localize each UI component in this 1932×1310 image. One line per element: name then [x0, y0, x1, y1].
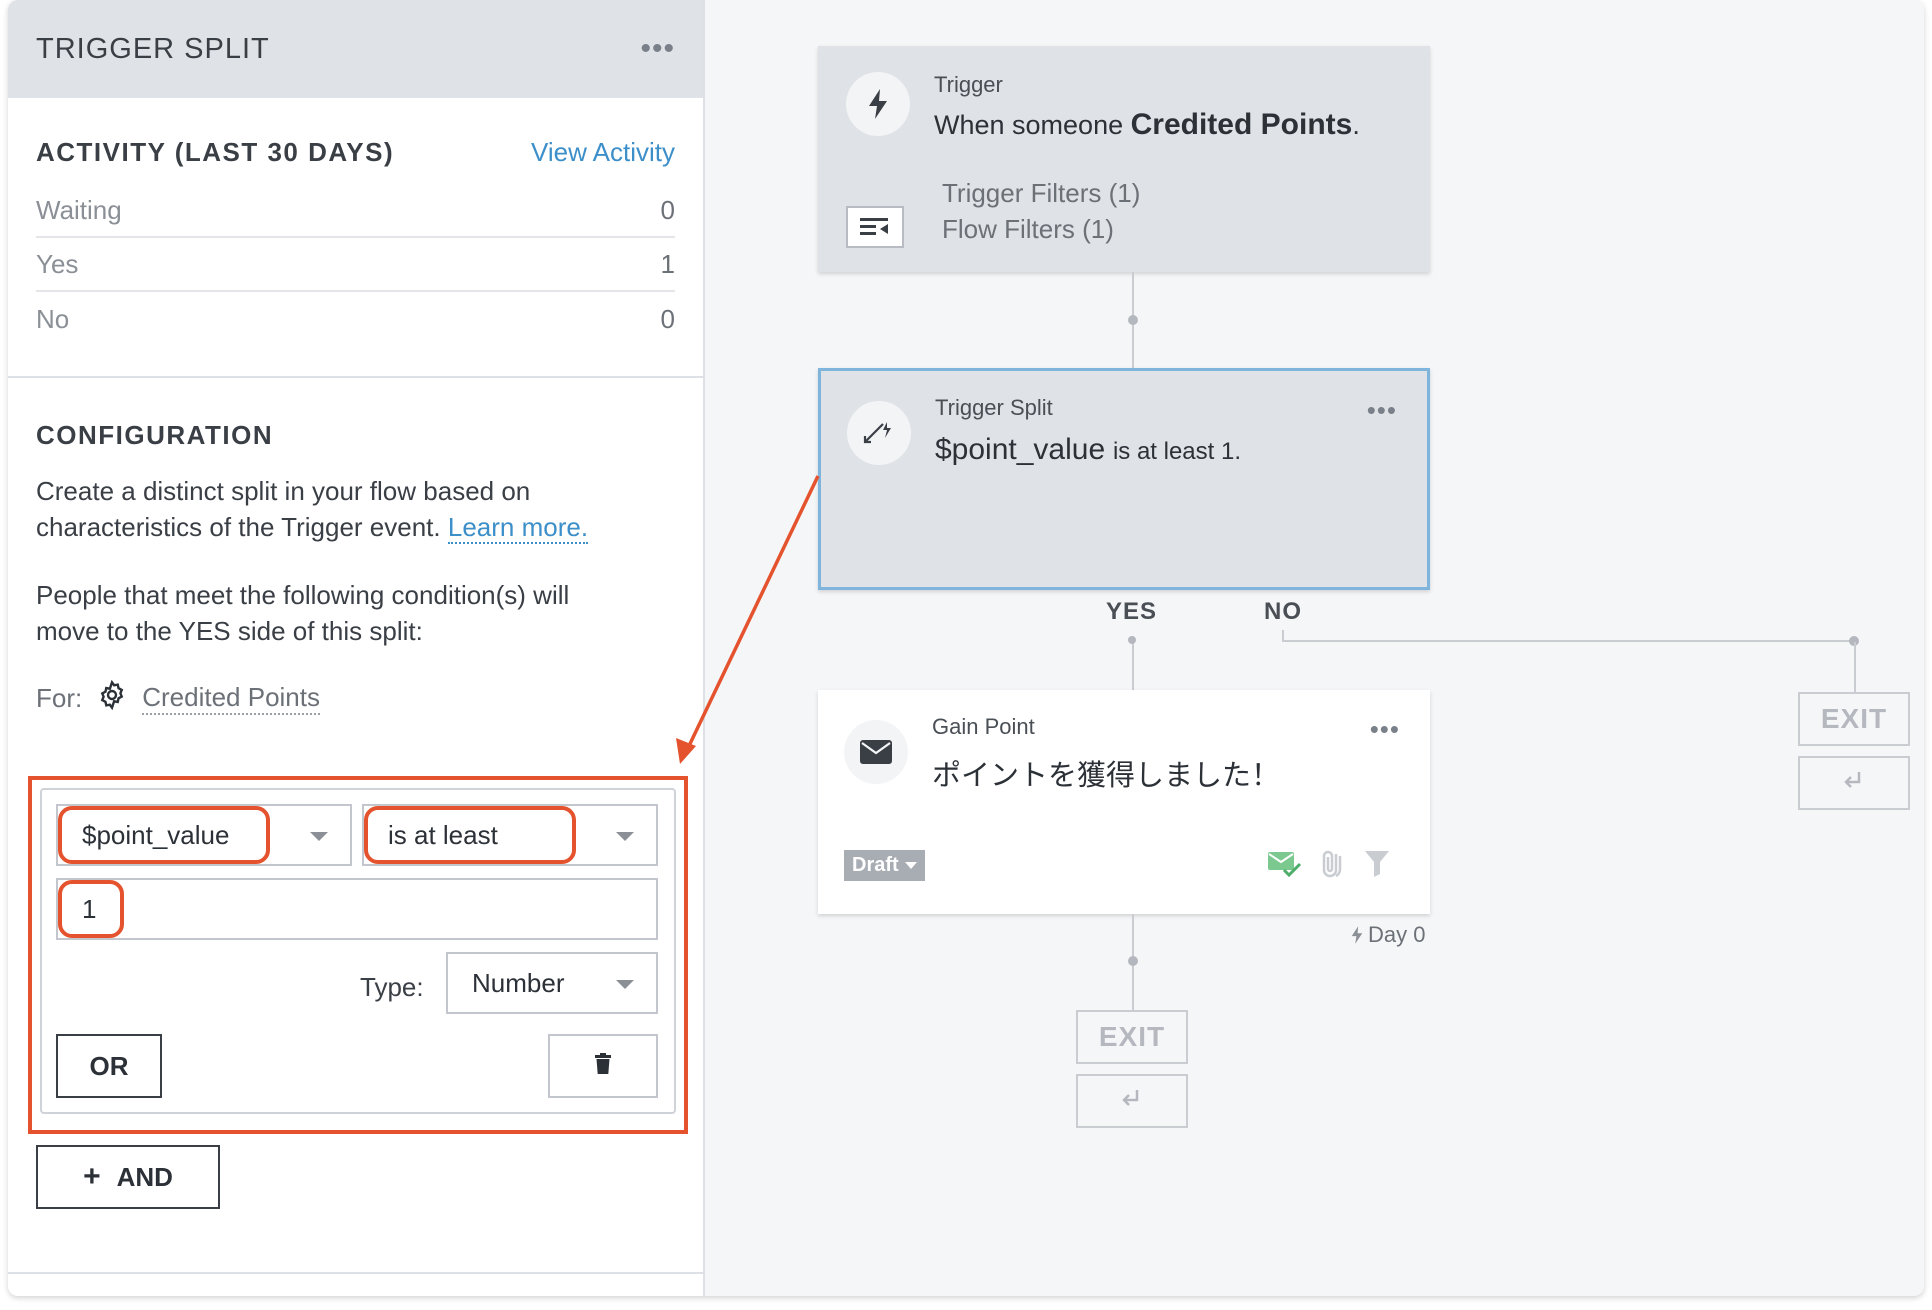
gear-icon — [96, 679, 128, 718]
chevron-down-icon — [904, 862, 917, 869]
trigger-split-card[interactable]: Trigger Split ••• $point_value is at lea… — [818, 368, 1430, 590]
stat-row-no: No 0 — [36, 292, 675, 346]
status-badge[interactable]: Draft — [844, 850, 925, 881]
connector-node — [1128, 636, 1136, 644]
stat-label: Yes — [36, 248, 79, 279]
email-card[interactable]: Gain Point ••• ポイントを獲得しました！ Draft — [818, 690, 1430, 914]
view-activity-link[interactable]: View Activity — [531, 137, 675, 168]
trigger-label: Trigger — [934, 72, 1003, 97]
no-branch-label: NO — [1264, 598, 1302, 625]
lightning-icon — [1351, 926, 1363, 944]
chevron-down-icon — [616, 832, 634, 841]
connector-node[interactable] — [1128, 315, 1138, 325]
activity-title: ACTIVITY (LAST 30 DAYS) — [36, 136, 395, 167]
email-subject: ポイントを獲得しました！ — [932, 758, 1281, 792]
configuration-title: CONFIGURATION — [36, 420, 274, 450]
flow-filters-text: Flow Filters (1) — [942, 214, 1114, 244]
trigger-text-prefix: When someone — [934, 110, 1124, 140]
more-options-icon[interactable]: ••• — [1370, 716, 1400, 742]
connector-line — [1282, 640, 1856, 642]
configuration-section: CONFIGURATION Create a distinct split in… — [8, 420, 703, 718]
stat-value: 0 — [660, 303, 675, 334]
exit-label: EXIT — [1098, 1021, 1166, 1052]
more-options-icon[interactable]: ••• — [640, 34, 675, 64]
attachment-icon — [1318, 848, 1346, 885]
for-label: For: — [36, 683, 83, 713]
operator-highlight — [364, 806, 576, 864]
value-highlight — [58, 880, 124, 938]
stat-label: Waiting — [36, 194, 122, 225]
for-event-link[interactable]: Credited Points — [142, 682, 320, 715]
delay-label: Day 0 — [1350, 922, 1425, 948]
condition-group: $point_value is at least 1 Type: Number — [40, 788, 676, 1114]
chevron-down-icon — [310, 832, 328, 841]
trigger-filters-text: Trigger Filters (1) — [942, 178, 1141, 208]
funnel-icon — [1364, 850, 1390, 883]
reconnect-icon[interactable] — [1798, 756, 1910, 810]
split-label: Trigger Split — [935, 395, 1053, 420]
add-and-button[interactable]: + AND — [36, 1145, 220, 1209]
and-button-label: AND — [116, 1161, 173, 1192]
value-input[interactable]: 1 — [56, 878, 658, 940]
trigger-event-name: Credited Points — [1130, 108, 1353, 141]
exit-label: EXIT — [1820, 703, 1888, 734]
split-icon — [847, 401, 911, 465]
stat-value: 1 — [660, 248, 675, 279]
plus-icon: + — [83, 1160, 101, 1193]
type-label: Type: — [360, 972, 424, 1002]
more-options-icon[interactable]: ••• — [1367, 397, 1397, 423]
delay-text: Day 0 — [1368, 922, 1426, 947]
email-check-icon — [1268, 850, 1302, 883]
status-badge-label: Draft — [852, 854, 899, 876]
trigger-text: When someone Credited Points. — [934, 108, 1360, 142]
or-button-label: OR — [89, 1050, 129, 1081]
lightning-icon — [846, 72, 910, 136]
split-condition: $point_value is at least 1. — [935, 433, 1241, 467]
envelope-icon — [844, 720, 908, 784]
exit-node-no[interactable]: EXIT — [1798, 692, 1910, 746]
stat-row-waiting: Waiting 0 — [36, 184, 675, 238]
filter-icon[interactable] — [846, 206, 904, 248]
type-select[interactable]: Number — [446, 952, 658, 1014]
trash-icon — [594, 1051, 612, 1082]
type-select-value: Number — [472, 967, 565, 998]
activity-stats: Waiting 0 Yes 1 No 0 — [36, 184, 675, 346]
yes-branch-label: YES — [1106, 598, 1158, 625]
chevron-down-icon — [616, 980, 634, 989]
delete-condition-button[interactable] — [548, 1034, 658, 1098]
sidebar-bottom-divider — [8, 1272, 705, 1274]
learn-more-link[interactable]: Learn more. — [447, 512, 589, 544]
sidebar-title: TRIGGER SPLIT — [36, 32, 270, 65]
condition-highlight: $point_value is at least 1 Type: Number — [28, 776, 688, 1134]
exit-node-yes[interactable]: EXIT — [1076, 1010, 1188, 1064]
trigger-text-suffix: . — [1352, 110, 1360, 140]
reconnect-icon[interactable] — [1076, 1074, 1188, 1128]
stat-label: No — [36, 303, 70, 334]
activity-section: ACTIVITY (LAST 30 DAYS) View Activity Wa… — [8, 132, 703, 346]
split-property: $point_value — [935, 433, 1106, 466]
trigger-card[interactable]: Trigger When someone Credited Points. Tr… — [818, 46, 1430, 272]
sidebar: TRIGGER SPLIT ••• ACTIVITY (LAST 30 DAYS… — [8, 0, 705, 1296]
connector-line — [1854, 642, 1856, 692]
app-frame: TRIGGER SPLIT ••• ACTIVITY (LAST 30 DAYS… — [8, 0, 1924, 1296]
or-button[interactable]: OR — [56, 1034, 162, 1098]
stat-row-yes: Yes 1 — [36, 238, 675, 292]
email-label: Gain Point — [932, 714, 1035, 739]
configuration-description: Create a distinct split in your flow bas… — [36, 473, 675, 545]
for-row: For: Credited Points — [36, 679, 675, 718]
people-text: People that meet the following condition… — [36, 580, 570, 646]
connector-node[interactable] — [1128, 956, 1138, 966]
stat-value: 0 — [660, 194, 675, 225]
section-divider — [8, 376, 703, 378]
connector-line — [1132, 636, 1134, 690]
split-condition-text: is at least 1. — [1112, 438, 1241, 465]
property-highlight — [58, 806, 270, 864]
sidebar-header: TRIGGER SPLIT ••• — [8, 0, 703, 98]
